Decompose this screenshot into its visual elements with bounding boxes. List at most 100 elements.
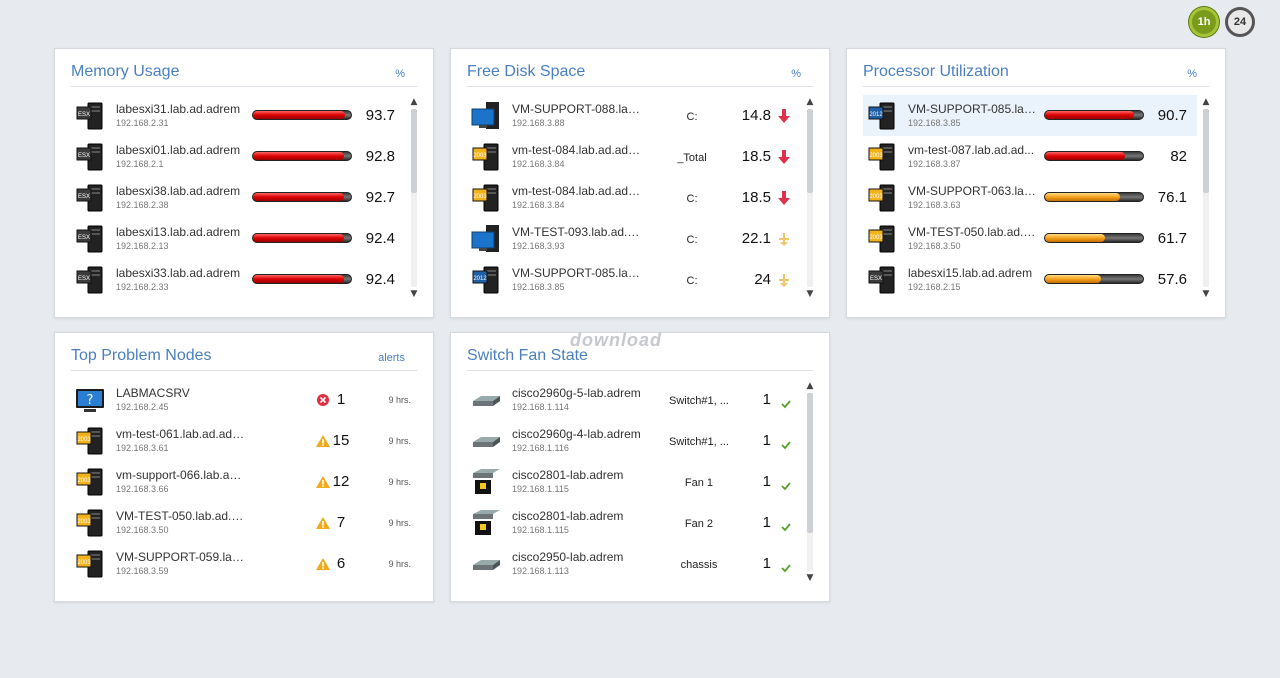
node-name[interactable]: cisco2801-lab.adrem bbox=[512, 509, 644, 523]
list-item[interactable]: ESX labesxi31.lab.ad.adrem 192.168.2.31 93… bbox=[71, 95, 405, 136]
windows-server-2003-icon: 2003 bbox=[75, 508, 105, 538]
free-disk-space-widget: Free Disk Space % VM-SUPPORT-088.lab.a..… bbox=[450, 48, 830, 318]
cisco-switch-icon bbox=[471, 426, 501, 456]
node-name[interactable]: VM-TEST-093.lab.ad.adr... bbox=[512, 225, 644, 239]
node-name[interactable]: VM-SUPPORT-085.lab... bbox=[908, 102, 1040, 116]
alert-time: 9 hrs. bbox=[388, 477, 411, 487]
node-ip: 192.168.3.85 bbox=[908, 118, 961, 128]
scrollbar[interactable]: ▲ ▼ bbox=[409, 97, 419, 299]
node-name[interactable]: VM-SUPPORT-063.lab... bbox=[908, 184, 1040, 198]
svg-text:ESX: ESX bbox=[78, 153, 90, 159]
node-name[interactable]: cisco2801-lab.adrem bbox=[512, 468, 644, 482]
scrollbar[interactable]: ▲ ▼ bbox=[805, 97, 815, 299]
scroll-down-icon[interactable]: ▼ bbox=[805, 289, 815, 299]
list-item[interactable]: 2003 VM-SUPPORT-063.lab... 192.168.3.63 76… bbox=[863, 177, 1197, 218]
list-item[interactable]: 2003 vm-test-084.lab.ad.adre... 192.168.3… bbox=[467, 136, 801, 177]
time-range-1h-button[interactable]: 1h bbox=[1189, 7, 1219, 37]
list-item[interactable]: ESX labesxi01.lab.ad.adrem 192.168.2.1 92.… bbox=[71, 136, 405, 177]
usage-bar bbox=[252, 274, 352, 284]
list-item[interactable]: cisco2950-lab.adrem 192.168.1.113 chassis 1 bbox=[467, 543, 801, 584]
node-name[interactable]: labesxi38.lab.ad.adrem bbox=[116, 184, 248, 198]
node-name[interactable]: cisco2950-lab.adrem bbox=[512, 550, 644, 564]
list-item[interactable]: cisco2801-lab.adrem 192.168.1.115 Fan 1 1 bbox=[467, 461, 801, 502]
list-item[interactable]: VM-SUPPORT-088.lab.a... 192.168.3.88 C: 14.… bbox=[467, 95, 801, 136]
node-ip: 192.168.1.115 bbox=[512, 525, 569, 535]
scroll-up-icon[interactable]: ▲ bbox=[805, 381, 815, 391]
node-name[interactable]: vm-test-087.lab.ad.ad... bbox=[908, 143, 1040, 157]
list-item[interactable]: cisco2801-lab.adrem 192.168.1.115 Fan 2 1 bbox=[467, 502, 801, 543]
list-item[interactable]: 2003 VM-TEST-050.lab.ad.a... 192.168.3.50… bbox=[863, 218, 1197, 259]
scrollbar[interactable]: ▲ ▼ bbox=[1201, 97, 1211, 299]
node-name[interactable]: cisco2960g-5-lab.adrem bbox=[512, 386, 644, 400]
fan-status-label: Fan 1 bbox=[684, 477, 714, 489]
scroll-track[interactable] bbox=[1203, 109, 1209, 287]
node-name[interactable]: cisco2960g-4-lab.adrem bbox=[512, 427, 644, 441]
fan-state-value: 1 bbox=[762, 391, 771, 408]
list-item[interactable]: 2003 vm-support-066.lab.ad.a... 192.168.3… bbox=[71, 461, 411, 502]
node-name[interactable]: labesxi01.lab.ad.adrem bbox=[116, 143, 248, 157]
node-name[interactable]: labesxi33.lab.ad.adrem bbox=[116, 266, 248, 280]
usage-bar bbox=[1044, 151, 1144, 161]
usage-value: 61.7 bbox=[1157, 230, 1187, 247]
list-item[interactable]: 2003 vm-test-087.lab.ad.ad... 192.168.3.8… bbox=[863, 136, 1197, 177]
node-name[interactable]: VM-TEST-050.lab.ad.a... bbox=[908, 225, 1040, 239]
node-name[interactable]: VM-SUPPORT-085.lab.a... bbox=[512, 266, 644, 280]
scroll-up-icon[interactable]: ▲ bbox=[409, 97, 419, 107]
alert-count: 7 bbox=[336, 514, 346, 531]
time-range-24h-button[interactable]: 24 bbox=[1225, 7, 1255, 37]
list-item[interactable]: cisco2960g-5-lab.adrem 192.168.1.114 Switc… bbox=[467, 379, 801, 420]
scroll-up-icon[interactable]: ▲ bbox=[1201, 97, 1211, 107]
list-item[interactable]: ? LABMACSRV 192.168.2.45 1 9 hrs. bbox=[71, 379, 411, 420]
scroll-track[interactable] bbox=[807, 393, 813, 571]
cisco-switch-icon bbox=[471, 385, 501, 415]
list-item[interactable]: cisco2960g-4-lab.adrem 192.168.1.116 Switc… bbox=[467, 420, 801, 461]
scroll-up-icon[interactable]: ▲ bbox=[805, 97, 815, 107]
scroll-down-icon[interactable]: ▼ bbox=[1201, 289, 1211, 299]
widget-unit: % bbox=[791, 68, 801, 80]
usage-bar-fill bbox=[253, 193, 344, 201]
node-name[interactable]: labesxi15.lab.ad.adrem bbox=[908, 266, 1040, 280]
list-item[interactable]: ESX labesxi15.lab.ad.adrem 192.168.2.15 57… bbox=[863, 259, 1197, 300]
scroll-thumb[interactable] bbox=[1203, 109, 1209, 193]
scroll-down-icon[interactable]: ▼ bbox=[805, 573, 815, 583]
list-item[interactable]: 2003 VM-SUPPORT-059.lab.a... 192.168.3.59… bbox=[71, 543, 411, 584]
node-name[interactable]: vm-test-084.lab.ad.adre... bbox=[512, 184, 644, 198]
list-item[interactable]: 2012 VM-SUPPORT-085.lab.a... 192.168.3.85… bbox=[467, 259, 801, 300]
list-item[interactable]: 2012 VM-SUPPORT-085.lab... 192.168.3.85 90… bbox=[863, 95, 1197, 136]
svg-text:ESX: ESX bbox=[78, 194, 90, 200]
svg-text:2003: 2003 bbox=[77, 519, 91, 525]
scroll-track[interactable] bbox=[807, 109, 813, 287]
scroll-down-icon[interactable]: ▼ bbox=[409, 289, 419, 299]
windows-server-2012-icon: 2012 bbox=[867, 101, 897, 131]
scroll-thumb[interactable] bbox=[807, 393, 813, 533]
node-name[interactable]: labesxi13.lab.ad.adrem bbox=[116, 225, 248, 239]
node-name[interactable]: vm-test-084.lab.ad.adre... bbox=[512, 143, 644, 157]
esx-server-icon: ESX bbox=[75, 142, 105, 172]
list-item[interactable]: VM-TEST-093.lab.ad.adr... 192.168.3.93 C: 2… bbox=[467, 218, 801, 259]
scroll-thumb[interactable] bbox=[807, 109, 813, 193]
scrollbar[interactable]: ▲ ▼ bbox=[805, 381, 815, 583]
scroll-thumb[interactable] bbox=[411, 109, 417, 193]
list-item[interactable]: ESX labesxi33.lab.ad.adrem 192.168.2.33 92… bbox=[71, 259, 405, 300]
list-item[interactable]: 2003 vm-test-084.lab.ad.adre... 192.168.3… bbox=[467, 177, 801, 218]
usage-value: 92.4 bbox=[365, 271, 395, 288]
svg-text:?: ? bbox=[87, 393, 94, 408]
node-name[interactable]: VM-TEST-050.lab.ad.adr... bbox=[116, 509, 248, 523]
node-name[interactable]: vm-test-061.lab.ad.adrem bbox=[116, 427, 248, 441]
node-name[interactable]: labesxi31.lab.ad.adrem bbox=[116, 102, 248, 116]
fan-state-value: 1 bbox=[762, 555, 771, 572]
node-name[interactable]: vm-support-066.lab.ad.a... bbox=[116, 468, 248, 482]
widget-unit: alerts bbox=[378, 352, 405, 364]
trend-down-icon bbox=[777, 190, 791, 206]
list-item[interactable]: 2003 vm-test-061.lab.ad.adrem 192.168.3.6… bbox=[71, 420, 411, 461]
node-name[interactable]: LABMACSRV bbox=[116, 386, 248, 400]
usage-bar-fill bbox=[1045, 234, 1106, 242]
list-item[interactable]: ESX labesxi13.lab.ad.adrem 192.168.2.13 92… bbox=[71, 218, 405, 259]
scroll-track[interactable] bbox=[411, 109, 417, 287]
list-item[interactable]: ESX labesxi38.lab.ad.adrem 192.168.2.38 92… bbox=[71, 177, 405, 218]
node-ip: 192.168.1.115 bbox=[512, 484, 569, 494]
list-item[interactable]: 2003 VM-TEST-050.lab.ad.adr... 192.168.3.… bbox=[71, 502, 411, 543]
node-ip: 192.168.3.87 bbox=[908, 159, 961, 169]
node-name[interactable]: VM-SUPPORT-088.lab.a... bbox=[512, 102, 644, 116]
node-name[interactable]: VM-SUPPORT-059.lab.a... bbox=[116, 550, 248, 564]
